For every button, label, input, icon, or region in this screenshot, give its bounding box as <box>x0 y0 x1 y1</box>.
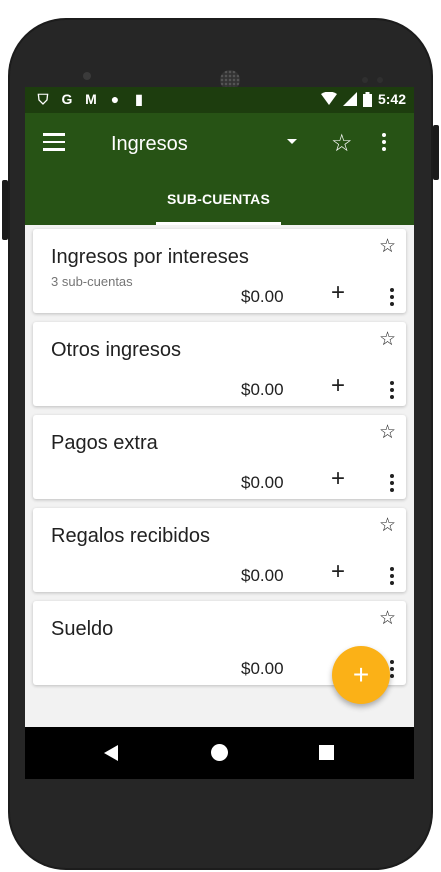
app-bar: Ingresos ☆ SUB-CUENTAS <box>25 113 414 225</box>
more-vert-icon[interactable] <box>382 133 388 154</box>
page-title[interactable]: Ingresos <box>111 133 188 156</box>
light-sensor <box>377 77 383 83</box>
star-icon[interactable]: ☆ <box>379 607 396 630</box>
proximity-sensor <box>362 77 368 83</box>
recents-icon[interactable] <box>319 745 334 760</box>
account-amount: $0.00 <box>241 566 284 585</box>
star-icon[interactable]: ☆ <box>379 328 396 351</box>
tab-indicator <box>156 222 281 225</box>
home-icon[interactable] <box>211 744 228 761</box>
status-time: 5:42 <box>377 91 406 107</box>
star-icon[interactable]: ☆ <box>379 514 396 537</box>
screen: ⛉ G M ● ▮ 5:42 Ingresos ☆ SUB-CUENTAS In… <box>25 87 414 779</box>
account-name: Pagos extra <box>51 432 158 454</box>
account-name: Otros ingresos <box>51 339 182 361</box>
more-vert-icon[interactable] <box>390 381 394 402</box>
status-icons-right: 5:42 <box>320 91 406 107</box>
volume-button <box>2 180 8 240</box>
more-vert-icon[interactable] <box>390 474 394 495</box>
account-subcount: 3 sub-cuentas <box>51 274 133 289</box>
more-vert-icon[interactable] <box>390 660 394 681</box>
add-icon[interactable]: + <box>331 467 345 491</box>
star-icon[interactable]: ☆ <box>379 421 396 444</box>
status-bar: ⛉ G M ● ▮ 5:42 <box>25 87 414 113</box>
star-icon[interactable]: ☆ <box>331 129 353 158</box>
account-name: Sueldo <box>51 618 114 640</box>
add-icon[interactable]: + <box>331 560 345 584</box>
account-name: Ingresos por intereses <box>51 246 249 268</box>
add-icon[interactable]: + <box>331 374 345 398</box>
gmail-icon: M <box>85 91 97 107</box>
google-icon: G <box>61 91 73 107</box>
account-card[interactable]: Ingresos por intereses 3 sub-cuentas ☆ $… <box>33 229 406 313</box>
signal-icon <box>342 92 357 106</box>
account-card[interactable]: Pagos extra ☆ $0.00 + <box>33 415 406 499</box>
star-icon[interactable]: ☆ <box>379 235 396 258</box>
battery-icon <box>362 91 372 107</box>
account-card[interactable]: Regalos recibidos ☆ $0.00 + <box>33 508 406 592</box>
more-vert-icon[interactable] <box>390 288 394 309</box>
circle-icon: ● <box>110 91 120 107</box>
dropdown-arrow-icon[interactable] <box>287 139 297 144</box>
status-icons-left: ⛉ G M ● ▮ <box>35 90 147 108</box>
tab-sub-cuentas[interactable]: SUB-CUENTAS <box>156 191 281 225</box>
back-icon[interactable] <box>104 745 118 761</box>
power-button <box>433 125 439 180</box>
add-icon[interactable]: + <box>331 281 345 305</box>
wifi-icon <box>320 92 337 105</box>
account-amount: $0.00 <box>241 380 284 399</box>
system-nav-bar <box>25 727 414 779</box>
add-account-fab[interactable]: + <box>332 646 390 704</box>
more-vert-icon[interactable] <box>390 567 394 588</box>
account-name: Regalos recibidos <box>51 525 210 547</box>
sd-card-icon: ▮ <box>135 90 143 107</box>
front-camera <box>83 72 91 80</box>
shield-icon: ⛉ <box>37 90 49 107</box>
account-card[interactable]: Otros ingresos ☆ $0.00 + <box>33 322 406 406</box>
account-amount: $0.00 <box>241 287 284 306</box>
account-amount: $0.00 <box>241 659 284 678</box>
account-amount: $0.00 <box>241 473 284 492</box>
menu-icon[interactable] <box>43 133 65 151</box>
